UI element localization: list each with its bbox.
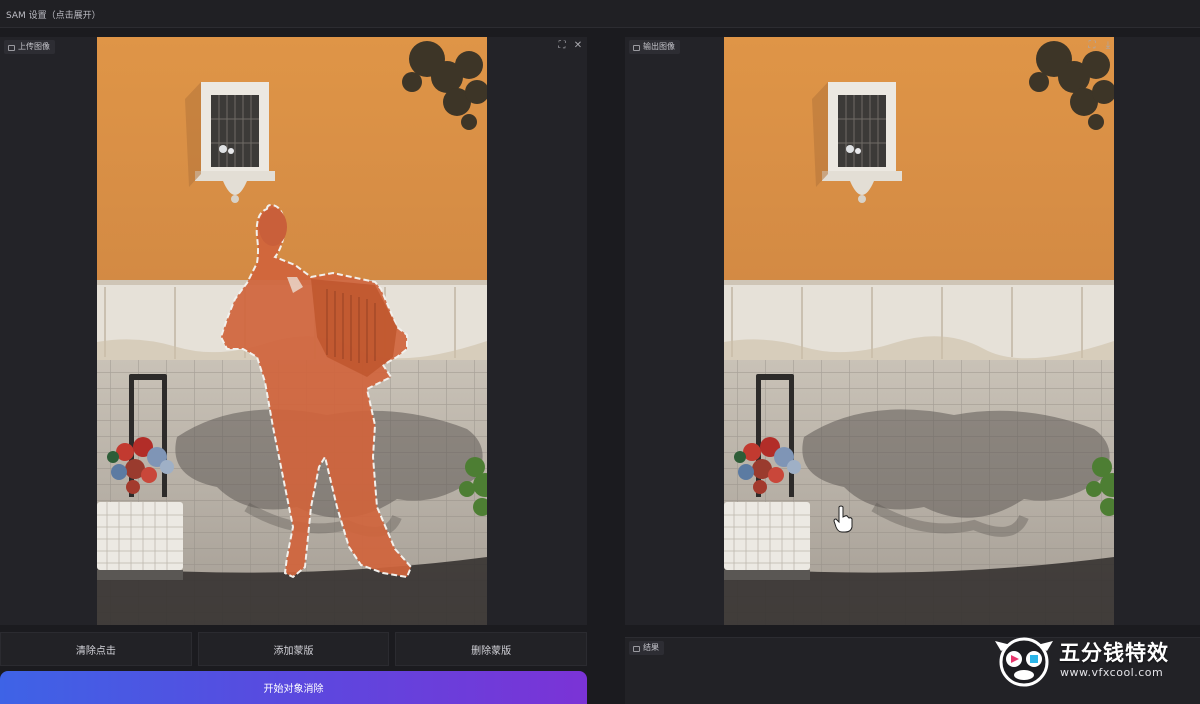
expand-icon[interactable]: ⛶ <box>1087 40 1097 52</box>
expand-icon[interactable]: ⛶ <box>557 40 567 52</box>
add-mask-button[interactable]: 添加蒙版 <box>197 632 390 666</box>
start-object-removal-button[interactable]: 开始对象消除 <box>0 671 587 704</box>
sam-settings-title: SAM 设置（点击展开） <box>6 11 101 21</box>
output-panel-tools: ⛶ ⤓ <box>1087 40 1113 52</box>
watermark-title: 五分钱特效 <box>1059 641 1169 665</box>
watermark-logo-icon <box>995 637 1053 687</box>
delete-mask-button[interactable]: 删除蒙版 <box>395 632 588 666</box>
output-image <box>724 37 1114 625</box>
result-label: 结果 <box>629 641 664 655</box>
input-panel-tools: ⛶ ✕ <box>557 40 583 52</box>
input-image[interactable] <box>97 37 487 625</box>
mask-action-buttons: 清除点击 添加蒙版 删除蒙版 <box>0 632 588 666</box>
output-image-label: 输出图像 <box>629 40 680 54</box>
close-icon[interactable]: ✕ <box>573 40 583 52</box>
watermark-url: www.vfxcool.com <box>1060 666 1164 679</box>
output-image-canvas <box>724 37 1114 625</box>
download-icon[interactable]: ⤓ <box>1103 40 1113 52</box>
input-image-canvas[interactable] <box>97 37 487 625</box>
watermark: 五分钱特效 www.vfxcool.com <box>993 634 1193 690</box>
output-image-panel: 输出图像 ⛶ ⤓ <box>625 37 1200 625</box>
input-image-label: 上传图像 <box>4 40 55 54</box>
clear-clicks-button[interactable]: 清除点击 <box>0 632 192 666</box>
hand-cursor-icon <box>833 505 853 533</box>
input-image-panel[interactable]: 上传图像 ⛶ ✕ <box>0 37 587 625</box>
sam-settings-bar[interactable]: SAM 设置（点击展开） <box>0 0 1200 28</box>
